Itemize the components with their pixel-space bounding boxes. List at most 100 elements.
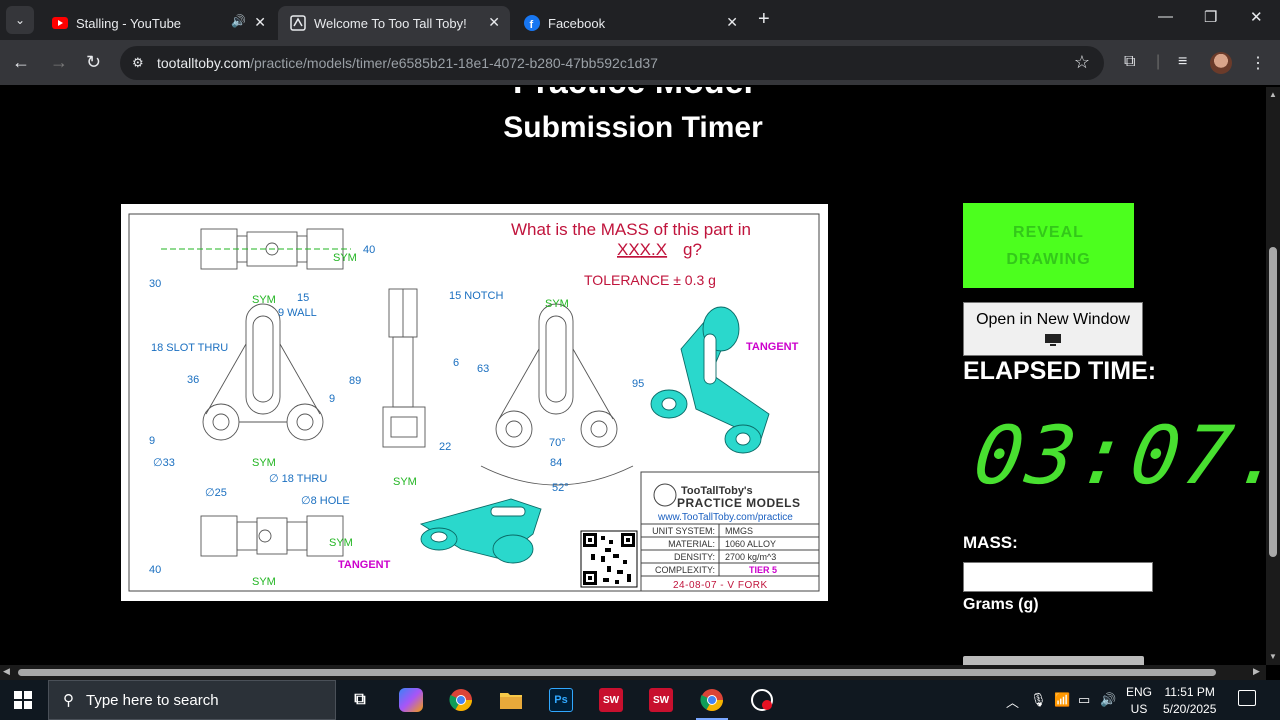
table-value: 1060 ALLOY [725, 539, 776, 549]
sym-label: SYM [252, 576, 276, 588]
dim-30: 30 [149, 278, 161, 290]
drawing-question: What is the MASS of this part in [511, 220, 751, 239]
front-view [202, 303, 324, 441]
scroll-thumb[interactable] [1269, 247, 1277, 557]
isometric-view-1 [650, 306, 770, 454]
solidworks-2021-icon[interactable]: SW [599, 688, 623, 712]
tangent-label: TANGENT [746, 341, 799, 353]
drawing-question-g: g? [683, 240, 702, 259]
dim-15-notch: 15 NOTCH [449, 290, 503, 302]
table-label: COMPLEXITY: [655, 565, 715, 575]
tab-tootalltoby[interactable]: Welcome To Too Tall Toby! ✕ [278, 6, 510, 40]
back-arrow-icon[interactable]: ← [12, 52, 30, 73]
close-tab-icon[interactable]: ✕ [254, 14, 266, 31]
search-icon: ⚲ [63, 692, 74, 709]
more-menu-icon[interactable]: ⋮ [1250, 53, 1266, 73]
table-label: DENSITY: [674, 552, 715, 562]
dim-8-hole: ∅8 HOLE [301, 495, 350, 507]
elapsed-timer: 03:07.96 [968, 409, 1266, 502]
minimize-icon[interactable]: — [1158, 8, 1173, 25]
scroll-left-icon[interactable]: ◀ [3, 666, 10, 677]
restore-icon[interactable]: ❐ [1204, 8, 1217, 26]
tab-title: Welcome To Too Tall Toby! [314, 15, 467, 31]
url-text[interactable]: tootalltoby.com/practice/models/timer/e6… [157, 55, 658, 71]
sym-label: SYM [329, 537, 353, 549]
brand-title: PRACTICE MODELS [677, 496, 801, 510]
taskbar-clock[interactable]: 11:51 PM 5/20/2025 [1163, 684, 1216, 718]
horizontal-scrollbar[interactable]: ◀ ▶ [0, 665, 1266, 680]
tangent-label: TANGENT [338, 559, 391, 571]
extensions-icon[interactable]: ⧉ [1124, 53, 1135, 71]
screen-recorder-icon[interactable] [750, 688, 774, 712]
task-view-icon[interactable]: ⧉ [348, 688, 372, 712]
close-tab-icon[interactable]: ✕ [726, 14, 738, 31]
profile-avatar[interactable] [1210, 52, 1232, 74]
copilot-icon[interactable] [399, 688, 423, 712]
tab-search-button[interactable]: ⌄ [6, 6, 34, 34]
scroll-right-icon[interactable]: ▶ [1253, 666, 1260, 677]
dim-dia-18: ∅ 18 THRU [269, 473, 327, 485]
scroll-down-icon[interactable]: ▼ [1269, 652, 1277, 661]
tab-title: Facebook [548, 15, 606, 31]
side-view [382, 288, 426, 448]
drawing-question-xxx: XXX.X [617, 240, 667, 259]
bookmark-star-icon[interactable]: ☆ [1074, 52, 1090, 73]
file-explorer-icon[interactable] [499, 688, 523, 712]
microphone-icon[interactable]: 🎙 [1030, 692, 1047, 708]
solidworks-2023-icon[interactable]: SW [649, 688, 673, 712]
tootalltoby-icon [290, 15, 306, 31]
engineering-drawing: What is the MASS of this part in XXX.X g… [120, 203, 829, 602]
top-view [161, 228, 351, 270]
show-hidden-icons[interactable]: ︿ [1006, 692, 1019, 711]
tab-youtube[interactable]: Stalling - YouTube 🔊 ✕ [40, 6, 276, 40]
dim-6: 6 [453, 357, 459, 369]
tab-facebook[interactable]: f Facebook ✕ [512, 6, 748, 40]
new-tab-button[interactable]: + [758, 8, 770, 31]
qr-code [580, 530, 638, 588]
reload-icon[interactable]: ↻ [86, 52, 101, 73]
language-indicator[interactable]: ENG US [1126, 684, 1152, 718]
close-tab-icon[interactable]: ✕ [488, 14, 500, 31]
search-placeholder: Type here to search [86, 691, 219, 709]
media-controls-icon[interactable]: ≡ [1178, 53, 1187, 71]
chrome-active-icon[interactable] [696, 688, 728, 720]
dim-63: 63 [477, 363, 489, 375]
mass-input[interactable] [963, 562, 1153, 592]
toolbar-divider: | [1156, 53, 1161, 70]
address-bar[interactable]: ⚙ tootalltoby.com/practice/models/timer/… [120, 46, 1104, 80]
open-new-window-button[interactable]: Open in New Window [963, 302, 1143, 356]
battery-icon[interactable]: ▭ [1078, 692, 1090, 708]
windows-taskbar: ⚲ Type here to search ⧉ Ps SW SW ︿ 🎙 📶 ▭… [0, 680, 1280, 720]
taskbar-search[interactable]: ⚲ Type here to search [48, 680, 336, 720]
chrome-icon[interactable] [449, 688, 473, 712]
notification-icon[interactable] [1238, 690, 1256, 706]
brand-url: www.TooTallToby.com/practice [657, 512, 793, 523]
close-window-icon[interactable]: ✕ [1250, 8, 1263, 26]
reveal-drawing-button[interactable]: REVEAL DRAWING [963, 203, 1134, 288]
page-heading-top: Practice Model [0, 87, 1266, 102]
table-value: 2700 kg/m^3 [725, 552, 776, 562]
dim-84: 84 [550, 457, 562, 469]
elapsed-time-label: ELAPSED TIME: [963, 357, 1157, 385]
svg-text:f: f [530, 19, 534, 31]
submit-button[interactable] [963, 656, 1144, 665]
open-window-label: Open in New Window [976, 311, 1130, 328]
isometric-view-2 [419, 498, 542, 564]
page-title: Submission Timer [503, 111, 763, 144]
dim-22: 22 [439, 441, 451, 453]
site-info-icon[interactable]: ⚙ [132, 55, 144, 71]
dim-52-deg: 52° [552, 482, 569, 494]
dim-15: 15 [297, 292, 309, 304]
vertical-scrollbar[interactable]: ▲ ▼ [1266, 87, 1280, 665]
photoshop-icon[interactable]: Ps [549, 688, 573, 712]
windows-start-icon[interactable] [14, 691, 32, 709]
sym-label: SYM [252, 457, 276, 469]
scroll-up-icon[interactable]: ▲ [1269, 90, 1277, 99]
dim-9: 9 [329, 393, 335, 405]
scroll-thumb[interactable] [18, 669, 1216, 676]
wifi-icon[interactable]: 📶 [1054, 692, 1070, 708]
volume-icon[interactable]: 🔊 [1100, 692, 1116, 708]
sym-label: SYM [393, 476, 417, 488]
forward-arrow-icon[interactable]: → [50, 52, 68, 73]
speaker-icon[interactable]: 🔊 [231, 14, 246, 28]
